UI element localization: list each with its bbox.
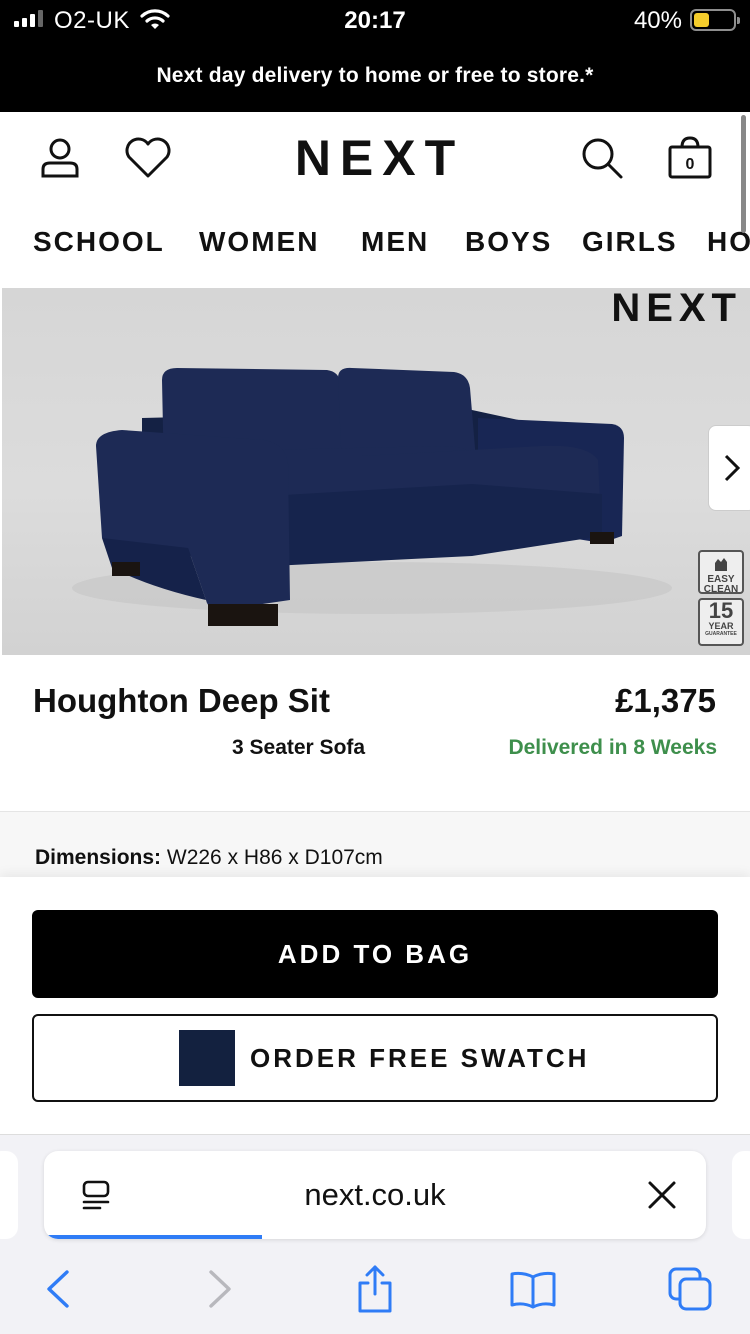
- status-bar: O2-UK 20:17 40%: [0, 0, 750, 40]
- nav-item-school[interactable]: SCHOOL: [33, 226, 165, 258]
- dimensions-value: W226 x H86 x D107cm: [166, 846, 383, 869]
- delivery-estimate: Delivered in 8 Weeks: [508, 736, 717, 759]
- product-title: Houghton Deep Sit: [33, 682, 330, 719]
- bag-icon[interactable]: 0: [662, 130, 718, 186]
- easy-clean-badge: EASY CLEAN: [698, 550, 744, 595]
- dimensions-label: Dimensions:: [35, 846, 162, 869]
- url-text[interactable]: next.co.uk: [44, 1151, 706, 1239]
- address-bar[interactable]: next.co.uk: [44, 1151, 706, 1239]
- previous-tab-preview[interactable]: [0, 1151, 18, 1239]
- back-icon[interactable]: [28, 1261, 88, 1317]
- hand-icon: [715, 558, 727, 571]
- purchase-actions: ADD TO BAG ORDER FREE SWATCH: [0, 877, 750, 1135]
- product-price: £1,375: [615, 682, 716, 719]
- nav-item-men[interactable]: MEN: [361, 226, 429, 258]
- nav-item-women[interactable]: WOMEN: [199, 226, 319, 258]
- close-icon[interactable]: [644, 1177, 680, 1213]
- battery-icon: [690, 9, 740, 31]
- category-nav: SCHOOL WOMEN MEN BOYS GIRLS HO: [0, 204, 750, 288]
- guarantee-label: GUARANTEE: [705, 631, 737, 637]
- site-header: NEXT 0: [0, 112, 750, 204]
- scroll-indicator: [741, 115, 746, 233]
- search-icon[interactable]: [574, 130, 630, 186]
- safari-bottom-bar: next.co.uk: [0, 1135, 750, 1334]
- dimensions-row: Dimensions: W226 x H86 x D107cm: [35, 846, 383, 870]
- product-subtitle: 3 Seater Sofa: [232, 736, 366, 759]
- battery-percent: 40%: [633, 7, 682, 34]
- swatch-color-chip: [179, 1030, 235, 1086]
- forward-icon[interactable]: [190, 1261, 250, 1317]
- product-summary: Houghton Deep Sit 3 Seater Sofa £1,375 D…: [0, 655, 750, 811]
- next-tab-preview[interactable]: [732, 1151, 750, 1239]
- easy-clean-line2: CLEAN: [703, 584, 739, 595]
- order-swatch-label: ORDER FREE SWATCH: [250, 1043, 590, 1073]
- bookmarks-icon[interactable]: [503, 1261, 563, 1317]
- dimensions-section: Dimensions: W226 x H86 x D107cm: [0, 811, 750, 877]
- nav-item-girls[interactable]: GIRLS: [582, 226, 678, 258]
- page-load-progress: [44, 1235, 263, 1239]
- image-watermark-logo: NEXT: [611, 288, 742, 330]
- share-icon[interactable]: [345, 1261, 405, 1317]
- guarantee-badge: 15 YEAR GUARANTEE: [698, 598, 744, 646]
- guarantee-years: 15: [708, 598, 734, 623]
- sofa-image: [72, 367, 672, 626]
- nav-item-boys[interactable]: BOYS: [465, 226, 552, 258]
- chevron-right-icon: [724, 454, 741, 482]
- guarantee-unit: YEAR: [708, 621, 734, 631]
- bag-count: 0: [686, 156, 695, 173]
- next-image-button[interactable]: [708, 425, 750, 511]
- promo-banner[interactable]: Next day delivery to home or free to sto…: [0, 40, 750, 112]
- order-free-swatch-button[interactable]: ORDER FREE SWATCH: [32, 1014, 718, 1102]
- add-to-bag-button[interactable]: ADD TO BAG: [32, 910, 718, 998]
- next-logo[interactable]: NEXT: [0, 130, 750, 186]
- tabs-icon[interactable]: [660, 1261, 720, 1317]
- battery-level-fill: [694, 13, 709, 27]
- product-image-gallery[interactable]: NEXT EASY CLEAN 15 YEAR GUARANTEE: [2, 288, 750, 655]
